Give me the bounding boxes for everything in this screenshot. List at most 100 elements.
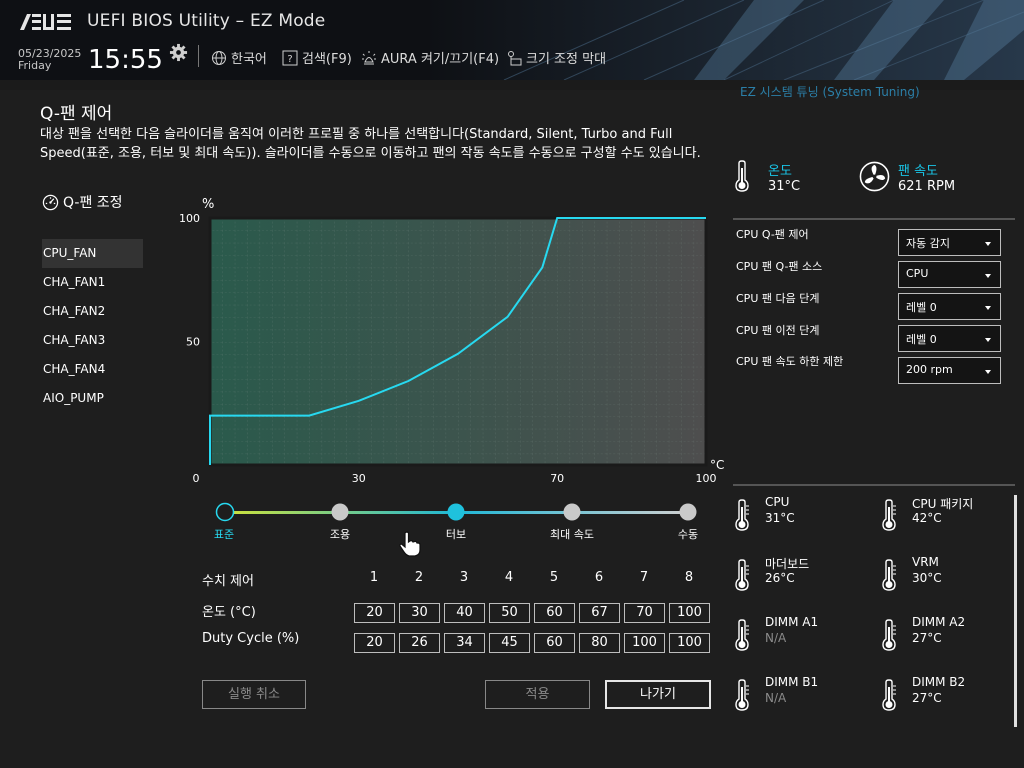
- globe-icon: [212, 50, 226, 65]
- fan-list: CPU_FAN CHA_FAN1 CHA_FAN2 CHA_FAN3 CHA_F…: [42, 239, 143, 413]
- resize-bar-label: 크기 조정 막대: [526, 52, 607, 67]
- aura-light-icon: [362, 50, 376, 64]
- temperature-row-label: 온도 (°C): [202, 605, 256, 620]
- duty-cycle-input[interactable]: 26: [399, 633, 440, 653]
- language-button[interactable]: 한국어: [211, 48, 267, 67]
- fan-item-cpu-fan[interactable]: CPU_FAN: [42, 239, 143, 268]
- duty-cycle-input[interactable]: 60: [534, 633, 575, 653]
- duty-cycle-input[interactable]: 80: [579, 633, 620, 653]
- x-tick-label: 30: [352, 472, 366, 485]
- temperature-value: 31°C: [768, 179, 801, 194]
- fan-icon: [859, 161, 890, 192]
- fan-item-cha-fan1[interactable]: CHA_FAN1: [42, 268, 143, 297]
- temperature-input[interactable]: 30: [399, 603, 440, 623]
- sensor-value: 30°C: [912, 571, 942, 585]
- sensor-value: N/A: [765, 691, 787, 705]
- profile-label-standard: 표준: [214, 528, 234, 541]
- select-value: 자동 감지: [906, 237, 950, 250]
- cpu-fan-step-down-select[interactable]: 레벨 0: [898, 325, 1001, 352]
- y-axis-label: %: [202, 197, 214, 212]
- select-value: 200 rpm: [906, 363, 953, 376]
- resize-bar-icon: [508, 50, 522, 65]
- thermometer-icon: [881, 559, 897, 591]
- duty-cycle-input[interactable]: 100: [624, 633, 665, 653]
- select-value: 레벨 0: [906, 333, 937, 346]
- temperature-input[interactable]: 60: [534, 603, 575, 623]
- sensor-value: 26°C: [765, 571, 795, 585]
- cpu-fan-qfan-source-select[interactable]: CPU: [898, 261, 1001, 288]
- profile-node-silent[interactable]: 조용: [330, 503, 350, 542]
- temperature-input[interactable]: 70: [624, 603, 665, 623]
- chevron-down-icon: [985, 242, 991, 246]
- fan-item-cha-fan2[interactable]: CHA_FAN2: [42, 297, 143, 326]
- duty-cycle-input[interactable]: 20: [354, 633, 395, 653]
- temperature-input[interactable]: 100: [669, 603, 710, 623]
- sensor-scrollbar[interactable]: [1014, 495, 1017, 727]
- fan-item-aio-pump[interactable]: AIO_PUMP: [42, 384, 143, 413]
- x-tick-label: 0: [193, 472, 200, 485]
- sensor-name: DIMM B1: [765, 675, 819, 689]
- profile-label-turbo: 터보: [446, 528, 466, 541]
- chevron-down-icon: [985, 274, 991, 278]
- temperature-input[interactable]: 20: [354, 603, 395, 623]
- fan-curve-chart[interactable]: % °C 0 30 70 100 100 50: [180, 190, 730, 490]
- chevron-down-icon: [985, 370, 991, 374]
- duty-cycle-input[interactable]: 100: [669, 633, 710, 653]
- header-background-art: [424, 0, 1024, 80]
- gauge-icon: [42, 194, 59, 210]
- duty-cycle-input[interactable]: 45: [489, 633, 530, 653]
- cpu-fan-speed-low-limit-select[interactable]: 200 rpm: [898, 357, 1001, 384]
- temperature-input[interactable]: 67: [579, 603, 620, 623]
- point-number: 3: [459, 570, 469, 585]
- header-bar: UEFI BIOS Utility – EZ Mode 05/23/2025 F…: [0, 0, 1024, 80]
- point-number: 2: [414, 570, 424, 585]
- duty-cycle-input[interactable]: 34: [444, 633, 485, 653]
- cpu-qfan-control-select[interactable]: 자동 감지: [898, 229, 1001, 256]
- temperature-label: 온도: [768, 164, 792, 179]
- profile-node-turbo[interactable]: 터보: [446, 503, 466, 542]
- select-value: 레벨 0: [906, 301, 937, 314]
- sensor-value: 42°C: [912, 511, 942, 525]
- apply-button[interactable]: 적용: [485, 680, 590, 709]
- profile-node-standard[interactable]: 표준: [214, 502, 235, 542]
- sensor-name: CPU 패키지: [912, 497, 974, 511]
- undo-button[interactable]: 실행 취소: [202, 680, 306, 709]
- thermometer-icon: [734, 499, 750, 531]
- day-text: Friday: [18, 59, 52, 72]
- exit-button[interactable]: 나가기: [605, 680, 711, 709]
- resize-bar-button[interactable]: 크기 조정 막대: [506, 48, 606, 67]
- gear-icon[interactable]: [169, 43, 188, 62]
- asus-logo: [20, 14, 71, 30]
- qfan-tuning-header[interactable]: Q-팬 조정: [42, 192, 123, 212]
- point-number: 8: [684, 570, 694, 585]
- sensor-value: 27°C: [912, 691, 942, 705]
- temperature-input[interactable]: 40: [444, 603, 485, 623]
- cpu-fan-step-up-select[interactable]: 레벨 0: [898, 293, 1001, 320]
- temperature-input[interactable]: 50: [489, 603, 530, 623]
- sensor-value: 31°C: [765, 511, 795, 525]
- fan-item-cha-fan4[interactable]: CHA_FAN4: [42, 355, 143, 384]
- system-tuning-peek[interactable]: EZ 시스템 튜닝 (System Tuning): [740, 83, 920, 100]
- hand-pointer-icon: [399, 531, 421, 557]
- aura-button[interactable]: AURA 켜기/끄기(F4): [361, 48, 499, 67]
- x-tick-label: 70: [550, 472, 564, 485]
- aura-label: AURA 켜기/끄기(F4): [381, 52, 500, 67]
- thermometer-icon: [881, 619, 897, 651]
- fan-item-cha-fan3[interactable]: CHA_FAN3: [42, 326, 143, 355]
- clock-time: 15:55: [88, 45, 163, 75]
- y-tick-label: 100: [180, 212, 200, 225]
- sensor-name: DIMM A2: [912, 615, 966, 629]
- sensor-value: N/A: [765, 631, 787, 645]
- thermometer-icon: [735, 160, 749, 192]
- profile-node-manual[interactable]: 수동: [678, 503, 698, 542]
- cpu-qfan-control-label: CPU Q-팬 제어: [736, 228, 809, 241]
- date-text: 05/23/2025: [18, 47, 82, 60]
- point-number: 5: [549, 570, 559, 585]
- profile-node-full-speed[interactable]: 최대 속도: [550, 503, 594, 542]
- x-tick-label: 100: [696, 472, 717, 485]
- svg-text:?: ?: [287, 54, 292, 65]
- chevron-down-icon: [985, 306, 991, 310]
- profile-slider[interactable]: 표준 조용 터보 최대 속도 수동: [205, 500, 715, 550]
- search-button[interactable]: ? 검색(F9): [282, 48, 352, 67]
- divider: [733, 218, 1015, 220]
